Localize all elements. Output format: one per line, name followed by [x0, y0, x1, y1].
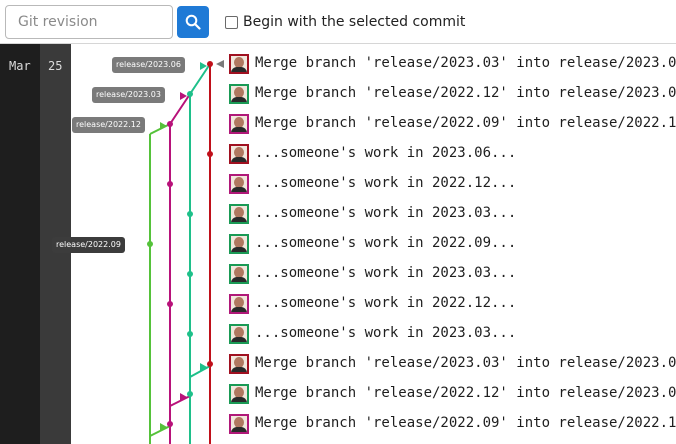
- author-avatar: [229, 144, 249, 164]
- search-icon: [185, 14, 201, 30]
- commit-message: ...someone's work in 2023.03...: [255, 205, 517, 221]
- commit-message: Merge branch 'release/2022.12' into rele…: [255, 385, 676, 401]
- author-avatar: [229, 294, 249, 314]
- head-pointer: [216, 60, 224, 68]
- author-avatar: [229, 84, 249, 104]
- commit-row[interactable]: ...someone's work in 2023.03...: [226, 320, 676, 350]
- commit-message: Merge branch 'release/2022.09' into rele…: [255, 115, 676, 131]
- begin-with-selected-checkbox[interactable]: [225, 16, 238, 29]
- branch-tag-release-2022-12[interactable]: release/2022.12: [72, 117, 145, 133]
- commit-node[interactable]: [207, 151, 213, 157]
- merge-arrow: [160, 122, 167, 130]
- commit-node[interactable]: [187, 211, 193, 217]
- branch-tag-release-2022-09[interactable]: release/2022.09: [52, 237, 125, 253]
- commit-message: ...someone's work in 2023.03...: [255, 265, 517, 281]
- commit-message: Merge branch 'release/2022.09' into rele…: [255, 415, 676, 431]
- commit-node[interactable]: [207, 361, 213, 367]
- author-avatar: [229, 354, 249, 374]
- commit-row[interactable]: Merge branch 'release/2023.03' into rele…: [226, 350, 676, 380]
- branch-tag-release-2023-03[interactable]: release/2023.03: [92, 87, 165, 103]
- commit-node[interactable]: [187, 331, 193, 337]
- commit-node[interactable]: [187, 391, 193, 397]
- commit-node[interactable]: [147, 241, 153, 247]
- commit-message: ...someone's work in 2022.12...: [255, 295, 517, 311]
- commit-message: Merge branch 'release/2022.12' into rele…: [255, 85, 676, 101]
- month-label: Mar: [9, 59, 31, 73]
- commit-row[interactable]: ...someone's work in 2023.03...: [226, 200, 676, 230]
- date-column: Mar: [0, 44, 40, 444]
- commit-row[interactable]: Merge branch 'release/2023.03' into rele…: [226, 50, 676, 80]
- author-avatar: [229, 54, 249, 74]
- begin-with-selected-label[interactable]: Begin with the selected commit: [243, 14, 465, 30]
- author-avatar: [229, 414, 249, 434]
- commit-message: ...someone's work in 2022.12...: [255, 175, 517, 191]
- commit-row[interactable]: Merge branch 'release/2022.09' into rele…: [226, 410, 676, 440]
- author-avatar: [229, 174, 249, 194]
- commit-node[interactable]: [167, 301, 173, 307]
- branch-tag-release-2023-06[interactable]: release/2023.06: [112, 57, 185, 73]
- commit-node[interactable]: [167, 121, 173, 127]
- commit-node[interactable]: [187, 91, 193, 97]
- author-avatar: [229, 324, 249, 344]
- commit-node[interactable]: [167, 421, 173, 427]
- author-avatar: [229, 204, 249, 224]
- git-revision-input[interactable]: [5, 5, 173, 39]
- commit-node[interactable]: [167, 181, 173, 187]
- commit-row[interactable]: Merge branch 'release/2022.12' into rele…: [226, 80, 676, 110]
- commit-row[interactable]: ...someone's work in 2022.09...: [226, 230, 676, 260]
- commit-row[interactable]: Merge branch 'release/2022.09' into rele…: [226, 110, 676, 140]
- commit-list: Merge branch 'release/2023.03' into rele…: [226, 44, 676, 444]
- commit-message: ...someone's work in 2023.03...: [255, 325, 517, 341]
- commit-node[interactable]: [187, 271, 193, 277]
- author-avatar: [229, 384, 249, 404]
- commit-message: Merge branch 'release/2023.03' into rele…: [255, 55, 676, 71]
- commit-node[interactable]: [207, 61, 213, 67]
- author-avatar: [229, 234, 249, 254]
- author-avatar: [229, 264, 249, 284]
- commit-message: ...someone's work in 2023.06...: [255, 145, 517, 161]
- author-avatar: [229, 114, 249, 134]
- commit-message: Merge branch 'release/2023.03' into rele…: [255, 355, 676, 371]
- search-button[interactable]: [177, 6, 209, 38]
- commit-message: ...someone's work in 2022.09...: [255, 235, 517, 251]
- commit-row[interactable]: ...someone's work in 2023.03...: [226, 260, 676, 290]
- day-label: 25: [48, 59, 63, 73]
- commit-row[interactable]: ...someone's work in 2023.06...: [226, 140, 676, 170]
- commit-row[interactable]: ...someone's work in 2022.12...: [226, 170, 676, 200]
- toolbar: Begin with the selected commit: [0, 0, 676, 44]
- commit-row[interactable]: Merge branch 'release/2022.12' into rele…: [226, 380, 676, 410]
- commit-row[interactable]: ...someone's work in 2022.12...: [226, 290, 676, 320]
